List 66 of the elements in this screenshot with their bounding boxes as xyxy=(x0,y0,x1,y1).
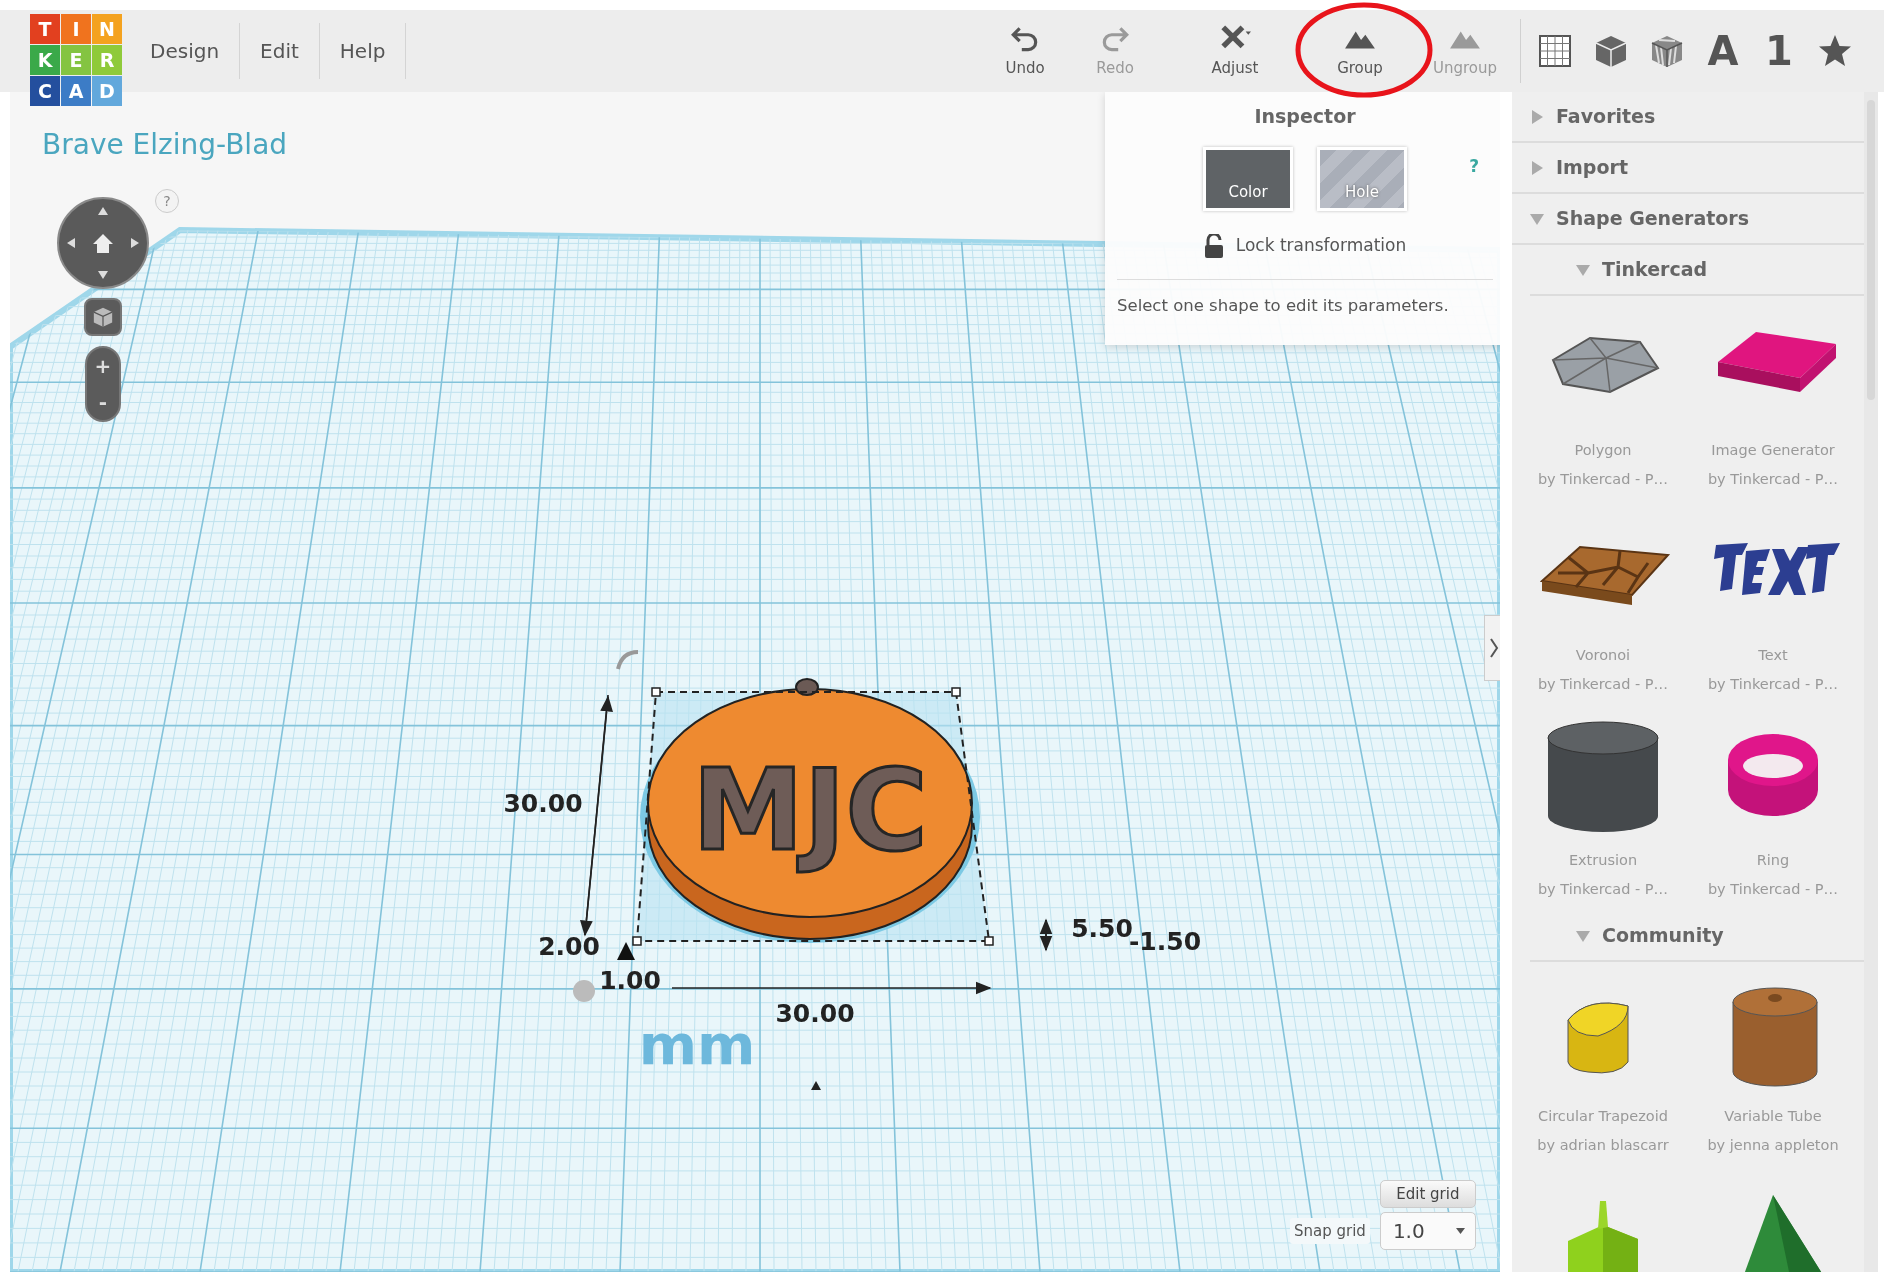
hint-text: Select one shape to edit its parameters. xyxy=(1117,278,1493,319)
cube-icon xyxy=(92,306,114,328)
menu-item[interactable]: Help xyxy=(319,23,407,79)
shape-tab[interactable]: 1 xyxy=(1751,23,1807,79)
unit-label: mm xyxy=(638,1012,756,1077)
undo-button[interactable]: Undo xyxy=(980,22,1070,80)
chevron-right-icon xyxy=(1488,637,1499,659)
dimension-label[interactable]: 30.00 xyxy=(503,789,583,818)
shape-card[interactable]: Image Generator by Tinkercad - P… xyxy=(1688,296,1858,501)
snap-grid-label: Snap grid xyxy=(1290,1217,1370,1245)
shape-card[interactable]: Extrusion by Tinkercad - P… xyxy=(1518,706,1688,911)
triangle-down-icon xyxy=(1530,211,1544,226)
star-icon[interactable] xyxy=(1817,33,1853,69)
shape-card[interactable]: Text by Tinkercad - P… xyxy=(1688,501,1858,706)
dimension-label[interactable]: 2.00 xyxy=(538,932,600,961)
view-navigation-control[interactable] xyxy=(57,197,149,289)
shape-card[interactable]: Ring by Tinkercad - P… xyxy=(1688,706,1858,911)
logo-letter: A xyxy=(61,76,91,106)
logo-letter: E xyxy=(61,45,91,75)
panel-toggle-button[interactable] xyxy=(1484,615,1500,681)
move-handle-icon[interactable] xyxy=(573,980,595,1002)
striped-cube-icon[interactable] xyxy=(1649,33,1685,69)
caret-down-icon xyxy=(1455,1228,1465,1234)
triangle-down-icon xyxy=(1576,928,1590,943)
help-link[interactable]: ? xyxy=(1469,154,1479,180)
height-handle-icon[interactable] xyxy=(617,942,635,960)
dimension-label[interactable]: 30.00 xyxy=(775,999,855,1028)
menu-item[interactable]: Edit xyxy=(240,23,320,79)
dimension-line xyxy=(1039,918,1053,952)
triangle-right-icon xyxy=(1530,160,1544,175)
logo-letter: D xyxy=(92,76,122,106)
logo-letter: K xyxy=(30,45,60,75)
resize-handle[interactable] xyxy=(651,687,661,697)
shape-card[interactable]: Circular Trapezoid by adrian blascarr xyxy=(1518,962,1688,1167)
padlock-icon xyxy=(1203,233,1224,258)
logo-letter: T xyxy=(30,14,60,44)
logo-letter: C xyxy=(30,76,60,106)
grid-icon[interactable] xyxy=(1537,33,1573,69)
menu-item[interactable]: Design xyxy=(130,23,241,79)
resize-handle[interactable] xyxy=(632,936,642,946)
zoom-out-button[interactable]: - xyxy=(87,384,119,420)
shape-card[interactable]: Voronoi by Tinkercad - P… xyxy=(1518,501,1688,706)
snap-grid-dropdown[interactable]: 1.0 xyxy=(1379,1212,1476,1250)
triangle-marker-icon xyxy=(811,1081,821,1090)
group-button[interactable]: Group xyxy=(1315,22,1405,80)
panel-title: Inspector xyxy=(1253,104,1357,129)
home-view-button[interactable] xyxy=(84,298,122,336)
edit-grid-button[interactable]: Edit grid xyxy=(1379,1180,1476,1208)
logo-letter: N xyxy=(92,14,122,44)
shape-card[interactable]: Polygon by Tinkercad - P… xyxy=(1518,296,1688,501)
shape-card[interactable]: Variable Tube by jenna appleton xyxy=(1688,962,1858,1167)
adjust-button[interactable]: Adjust xyxy=(1190,22,1280,80)
shape-tab[interactable]: A xyxy=(1695,23,1751,79)
triangle-right-icon xyxy=(1530,109,1544,124)
logo-letter: R xyxy=(92,45,122,75)
dimension-label[interactable]: 1.00 xyxy=(599,966,661,995)
triangle-down-icon xyxy=(1576,262,1590,277)
logo-letter: I xyxy=(61,14,91,44)
zoom-in-button[interactable]: + xyxy=(87,348,119,384)
help-button[interactable]: ? xyxy=(155,189,179,213)
resize-handle[interactable] xyxy=(951,687,961,697)
lock-label[interactable]: Lock transformation xyxy=(1235,232,1407,259)
cube-icon[interactable] xyxy=(1593,33,1629,69)
project-title: Brave Elzing-Blad xyxy=(42,127,288,163)
resize-handle[interactable] xyxy=(984,936,994,946)
model-lettering: MJC xyxy=(692,745,928,875)
